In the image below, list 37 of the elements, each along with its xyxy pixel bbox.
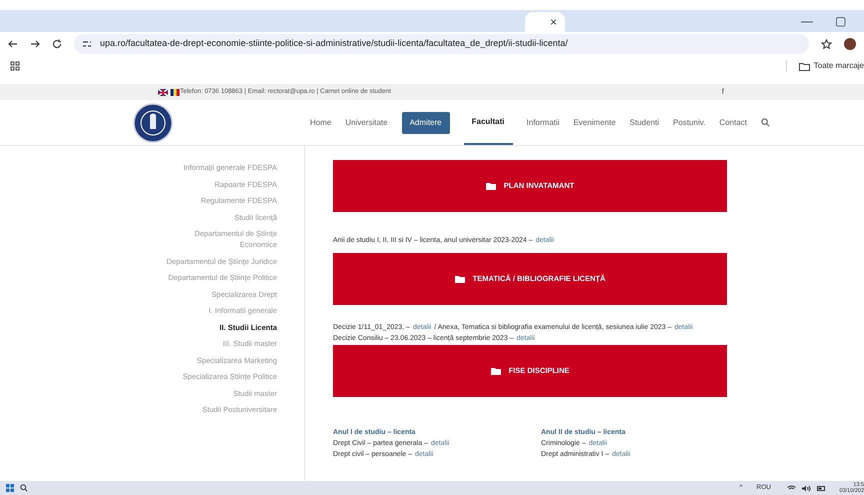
address-field[interactable]: upa.ro/facultatea-de-drept-economie-stiinte-politice-si-administrative/studii-licenta/facultatea_de_drept/ii-studii-licenta/ bbox=[74, 34, 809, 54]
folder-icon bbox=[486, 182, 496, 190]
bookmarks-label[interactable]: Toate marcaje bbox=[814, 60, 864, 72]
folder-icon bbox=[490, 367, 501, 375]
search-icon bbox=[760, 118, 770, 127]
search-icon bbox=[20, 484, 28, 492]
nav-link[interactable]: Facultati bbox=[464, 100, 513, 145]
speaker-icon bbox=[802, 484, 811, 492]
nav-link[interactable]: Universitate bbox=[345, 116, 388, 128]
wifi-icon bbox=[787, 484, 796, 492]
nav-link[interactable]: Informatii bbox=[526, 116, 560, 128]
url-text: upa.ro/facultatea-de-drept-economie-stiinte-politice-si-administrative/studii-licenta/facultatea_de_drept/ii-studii-licenta/ bbox=[100, 37, 568, 50]
star-icon bbox=[821, 38, 832, 50]
nav-link[interactable]: Postuniv. bbox=[673, 116, 706, 128]
romania-flag-icon bbox=[170, 88, 180, 96]
folder-icon bbox=[798, 62, 810, 70]
window-control[interactable]: ▢ bbox=[835, 12, 846, 30]
reload-icon bbox=[52, 39, 62, 49]
window-control[interactable]: — bbox=[801, 12, 813, 30]
start-icon bbox=[6, 484, 14, 492]
nav-link[interactable]: Studenti bbox=[630, 116, 660, 128]
battery-icon bbox=[817, 484, 826, 492]
university-seal-icon bbox=[133, 102, 173, 142]
close-icon[interactable]: × bbox=[550, 13, 557, 31]
forward-icon bbox=[30, 39, 40, 49]
avatar-icon[interactable] bbox=[844, 38, 856, 50]
nav-link[interactable]: Home bbox=[310, 116, 332, 128]
site-settings-icon bbox=[82, 39, 92, 49]
facebook-link[interactable]: f bbox=[722, 86, 724, 98]
uk-flag-icon bbox=[158, 88, 168, 96]
apps-icon bbox=[10, 61, 20, 71]
back-icon bbox=[8, 39, 18, 49]
nav-link[interactable]: Admitere bbox=[402, 112, 450, 134]
browser-tab[interactable]: × bbox=[525, 12, 565, 32]
nav-link[interactable]: Contact bbox=[719, 116, 747, 128]
nav-link[interactable]: Evenimente bbox=[573, 116, 616, 128]
folder-icon bbox=[454, 275, 465, 283]
